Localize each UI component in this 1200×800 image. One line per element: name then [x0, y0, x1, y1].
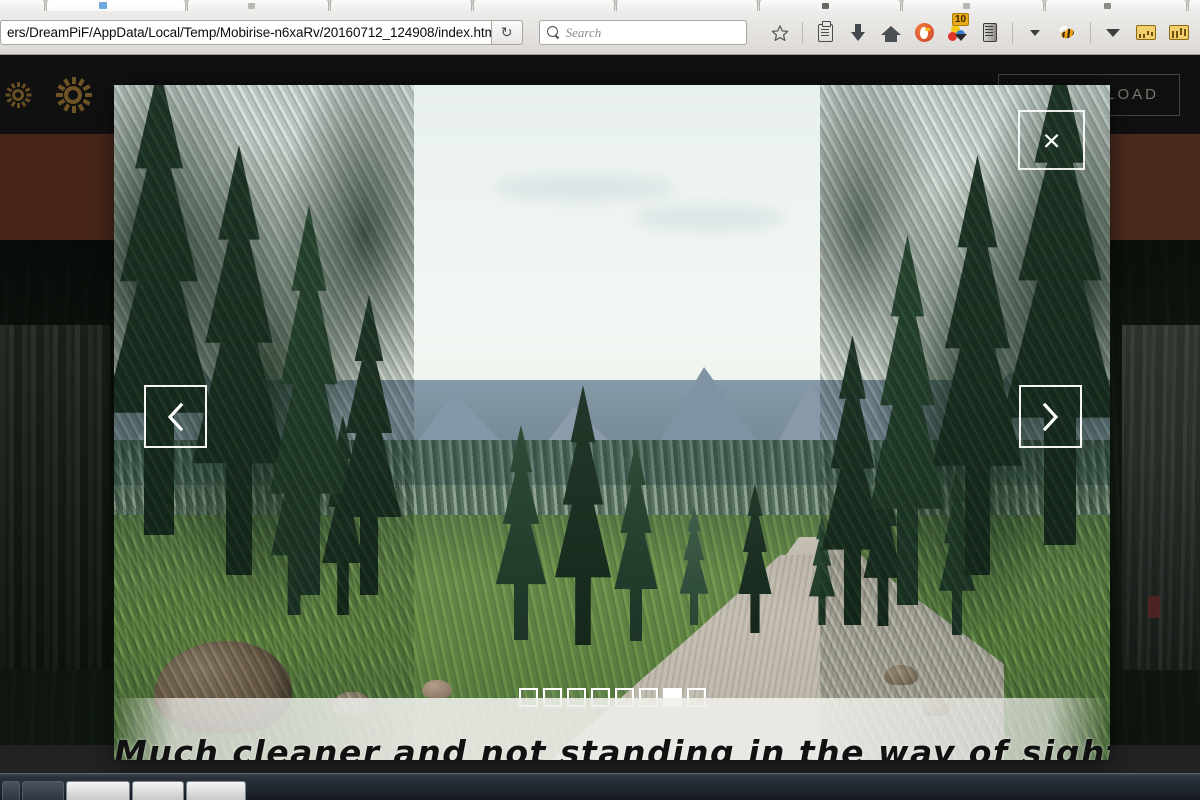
- browser-nav-row: ers/DreamPiF/AppData/Local/Temp/Mobirise…: [0, 11, 1200, 54]
- bookmark-star-icon[interactable]: [765, 18, 795, 48]
- taskbar-item-4[interactable]: [132, 781, 184, 800]
- address-bar-url: ers/DreamPiF/AppData/Local/Temp/Mobirise…: [7, 25, 492, 40]
- reading-list-icon[interactable]: [810, 18, 840, 48]
- lightbox-image: [114, 85, 1110, 760]
- toolbar-separator-2: [1012, 21, 1013, 44]
- browser-toolbar-icons: 10: [765, 12, 1194, 48]
- browser-chrome: ers/DreamPiF/AppData/Local/Temp/Mobirise…: [0, 0, 1200, 55]
- sun-icon-secondary: [5, 81, 31, 108]
- taskbar-item-3[interactable]: [66, 781, 130, 800]
- forest-image-right: [1100, 240, 1200, 773]
- reload-button[interactable]: ↻: [491, 20, 523, 45]
- close-icon: ×: [1042, 122, 1061, 158]
- bee-icon[interactable]: [1053, 18, 1083, 48]
- home-icon[interactable]: [876, 18, 906, 48]
- chevron-down-fat-icon[interactable]: [1098, 18, 1128, 48]
- toolbar-separator-1: [802, 21, 803, 44]
- lightbox-prev-button[interactable]: [144, 385, 207, 448]
- chevron-down-icon[interactable]: [1020, 18, 1050, 48]
- downloads-icon[interactable]: [843, 18, 873, 48]
- chevron-right-icon: [1042, 402, 1059, 431]
- tab-strip[interactable]: [0, 0, 1200, 11]
- taskbar-item-2[interactable]: [22, 781, 64, 800]
- lightbox-next-button[interactable]: [1019, 385, 1082, 448]
- lightbox-caption: Much cleaner and not standing in the way…: [114, 733, 1110, 760]
- sun-icon: [55, 76, 92, 113]
- search-placeholder: Search: [565, 24, 602, 40]
- screen-root: MOBIRISE DOWNLOAD: [0, 0, 1200, 800]
- lightbox-overlay[interactable]: × Much cleaner and not standing in the w…: [114, 85, 1110, 760]
- toolbar-separator-3: [1090, 21, 1091, 44]
- search-box[interactable]: Search: [538, 20, 747, 45]
- forest-image-left: [0, 240, 130, 773]
- chart-icon[interactable]: [1131, 18, 1161, 48]
- chevron-left-icon: [167, 402, 184, 431]
- chart-tall-icon[interactable]: [1164, 18, 1194, 48]
- taskbar-item-5[interactable]: [186, 781, 246, 800]
- forest-image-right-inner: [1122, 325, 1200, 670]
- server-icon[interactable]: [975, 18, 1005, 48]
- address-bar[interactable]: ers/DreamPiF/AppData/Local/Temp/Mobirise…: [0, 20, 492, 45]
- search-icon: [546, 26, 560, 39]
- os-taskbar[interactable]: [0, 773, 1200, 800]
- adblock-count-badge: 10: [952, 12, 970, 26]
- forest-image-left-inner: [0, 325, 110, 670]
- adblock-icon[interactable]: 10: [942, 12, 972, 48]
- reload-icon: ↻: [500, 24, 513, 40]
- taskbar-item-1[interactable]: [2, 781, 20, 800]
- duckduckgo-icon[interactable]: [909, 18, 939, 48]
- lightbox-close-button[interactable]: ×: [1018, 110, 1085, 170]
